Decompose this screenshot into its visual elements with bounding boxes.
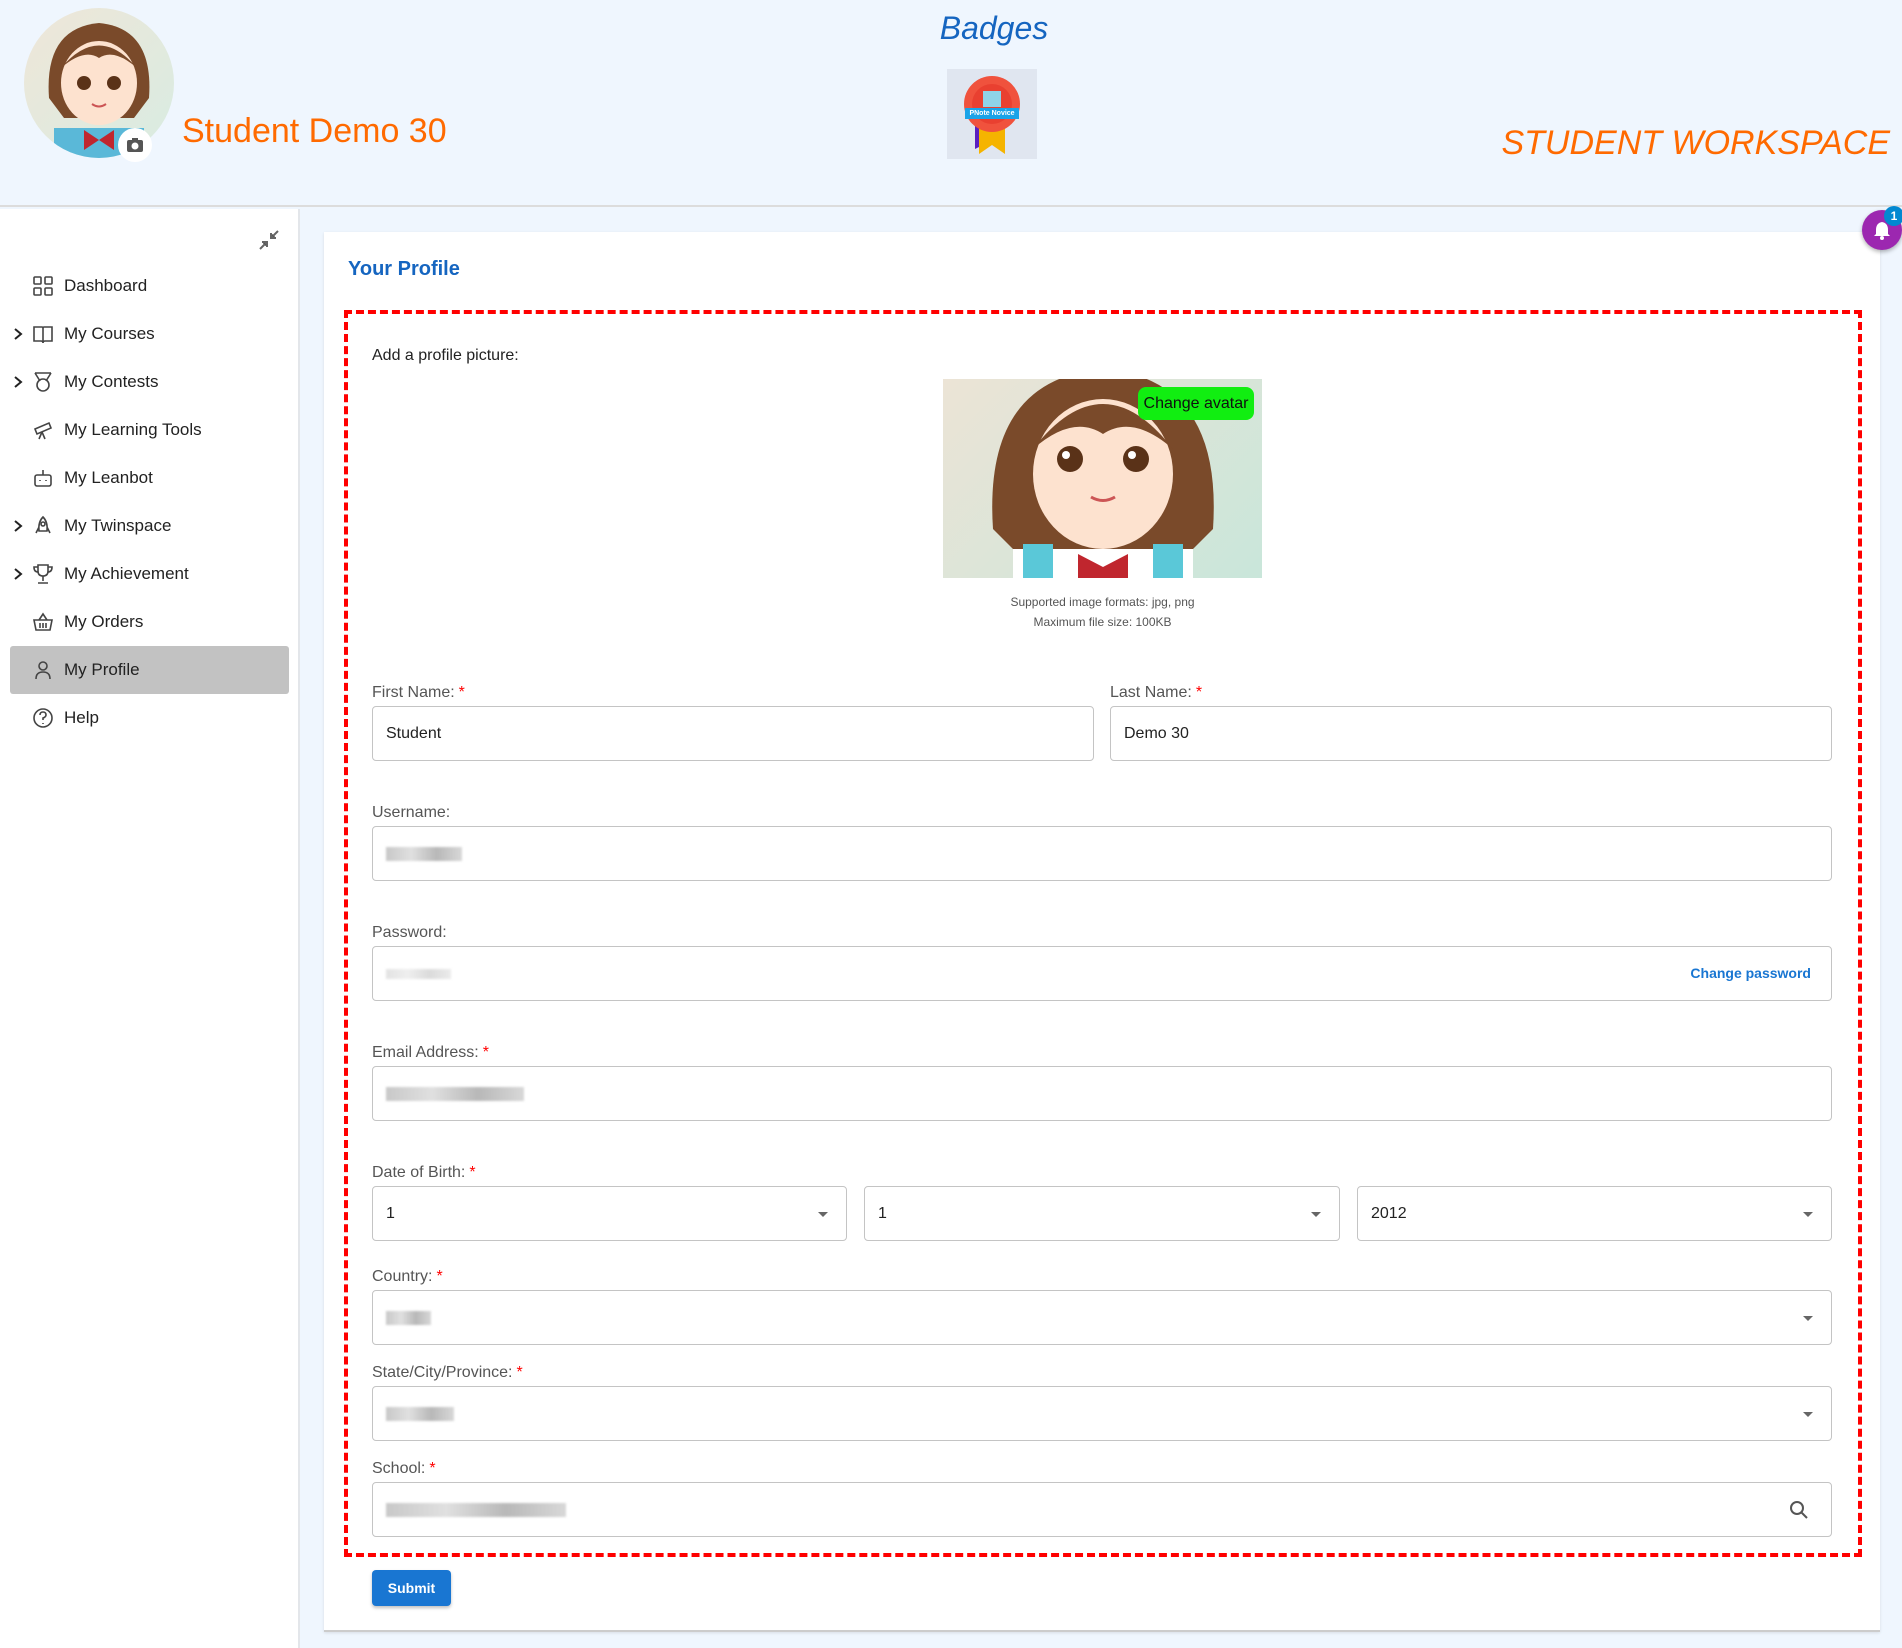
sidebar-item-my-achievement[interactable]: My Achievement	[10, 550, 289, 598]
country-select[interactable]	[372, 1290, 1832, 1345]
chevron-right-icon[interactable]	[12, 324, 26, 344]
dropdown-caret-icon	[1803, 1412, 1813, 1417]
trophy-icon	[32, 563, 54, 585]
collapse-sidebar-icon[interactable]	[258, 229, 280, 256]
submit-button[interactable]: Submit	[372, 1570, 451, 1606]
sidebar-item-label: My Leanbot	[64, 468, 153, 487]
sidebar-item-label: Dashboard	[64, 276, 148, 295]
sidebar-item-my-orders[interactable]: My Orders	[10, 598, 289, 646]
sidebar-item-label: Help	[64, 708, 99, 727]
sidebar-item-label: My Courses	[64, 324, 155, 343]
sidebar-item-my-profile[interactable]: My Profile	[10, 646, 289, 694]
dropdown-caret-icon	[1803, 1316, 1813, 1321]
email-label: Email Address: *	[372, 1044, 489, 1061]
workspace-title: STUDENT WORKSPACE	[1501, 124, 1890, 162]
chevron-right-icon[interactable]	[12, 516, 26, 536]
password-input[interactable]: Change password	[372, 946, 1832, 1001]
sidebar-item-my-twinspace[interactable]: My Twinspace	[10, 502, 289, 550]
basket-icon	[32, 611, 54, 633]
user-icon	[32, 659, 54, 681]
dob-year-select[interactable]: 2012	[1357, 1186, 1832, 1241]
sidebar-item-my-courses[interactable]: My Courses	[10, 310, 289, 358]
last-name-label: Last Name: *	[1110, 684, 1203, 701]
robot-icon	[32, 467, 54, 489]
sidebar-item-my-learning-tools[interactable]: My Learning Tools	[10, 406, 289, 454]
book-icon	[32, 323, 54, 345]
sidebar-item-my-contests[interactable]: My Contests	[10, 358, 289, 406]
help-icon	[32, 707, 54, 729]
school-label: School: *	[372, 1460, 436, 1477]
sidebar-item-label: My Orders	[64, 612, 144, 631]
medal-icon	[32, 371, 54, 393]
user-name: Student Demo 30	[182, 112, 447, 150]
grid-icon	[32, 275, 54, 297]
sidebar: Dashboard My Courses My Contests My Learnin…	[0, 209, 300, 1648]
avatar[interactable]	[24, 8, 174, 158]
email-input[interactable]	[372, 1066, 1832, 1121]
sidebar-item-label: My Twinspace	[64, 516, 172, 535]
country-label: Country: *	[372, 1268, 443, 1285]
sidebar-item-label: My Achievement	[64, 564, 189, 583]
chevron-right-icon[interactable]	[12, 564, 26, 584]
first-name-input[interactable]: Student	[372, 706, 1094, 761]
change-password-link[interactable]: Change password	[1690, 965, 1811, 981]
password-label: Password:	[372, 924, 447, 941]
dropdown-caret-icon	[818, 1212, 828, 1217]
sidebar-item-label: My Learning Tools	[64, 420, 202, 439]
badges-title: Badges	[939, 10, 1049, 46]
dropdown-caret-icon	[1311, 1212, 1321, 1217]
rocket-icon	[32, 515, 54, 537]
dob-month-select[interactable]: 1	[864, 1186, 1340, 1241]
state-select[interactable]	[372, 1386, 1832, 1441]
file-size-hint: Maximum file size: 100KB	[1033, 615, 1172, 629]
notification-count-badge: 1	[1884, 206, 1902, 226]
page-title: Your Profile	[348, 258, 460, 280]
sidebar-item-dashboard[interactable]: Dashboard	[10, 262, 289, 310]
sidebar-item-help[interactable]: Help	[10, 694, 289, 742]
badge-label: PNote Novice	[969, 110, 1015, 117]
image-format-hint: Supported image formats: jpg, png	[1010, 595, 1195, 609]
sidebar-item-my-leanbot[interactable]: My Leanbot	[10, 454, 289, 502]
first-name-label: First Name: *	[372, 684, 465, 701]
last-name-input[interactable]: Demo 30	[1110, 706, 1832, 761]
sidebar-item-label: My Contests	[64, 372, 159, 391]
dob-day-select[interactable]: 1	[372, 1186, 847, 1241]
username-label: Username:	[372, 804, 451, 821]
badge-pnote-novice[interactable]: PNote Novice	[947, 69, 1037, 159]
dob-label: Date of Birth: *	[372, 1164, 476, 1181]
dropdown-caret-icon	[1803, 1212, 1813, 1217]
school-input[interactable]	[372, 1482, 1832, 1537]
camera-icon[interactable]	[118, 128, 152, 162]
username-input[interactable]	[372, 826, 1832, 881]
sidebar-item-label: My Profile	[64, 660, 140, 679]
change-avatar-button[interactable]: Change avatar	[1138, 387, 1254, 420]
chevron-right-icon[interactable]	[12, 372, 26, 392]
profile-picture-label: Add a profile picture:	[372, 347, 519, 364]
search-icon[interactable]	[1789, 1500, 1809, 1525]
state-label: State/City/Province: *	[372, 1364, 523, 1381]
telescope-icon	[32, 419, 54, 441]
